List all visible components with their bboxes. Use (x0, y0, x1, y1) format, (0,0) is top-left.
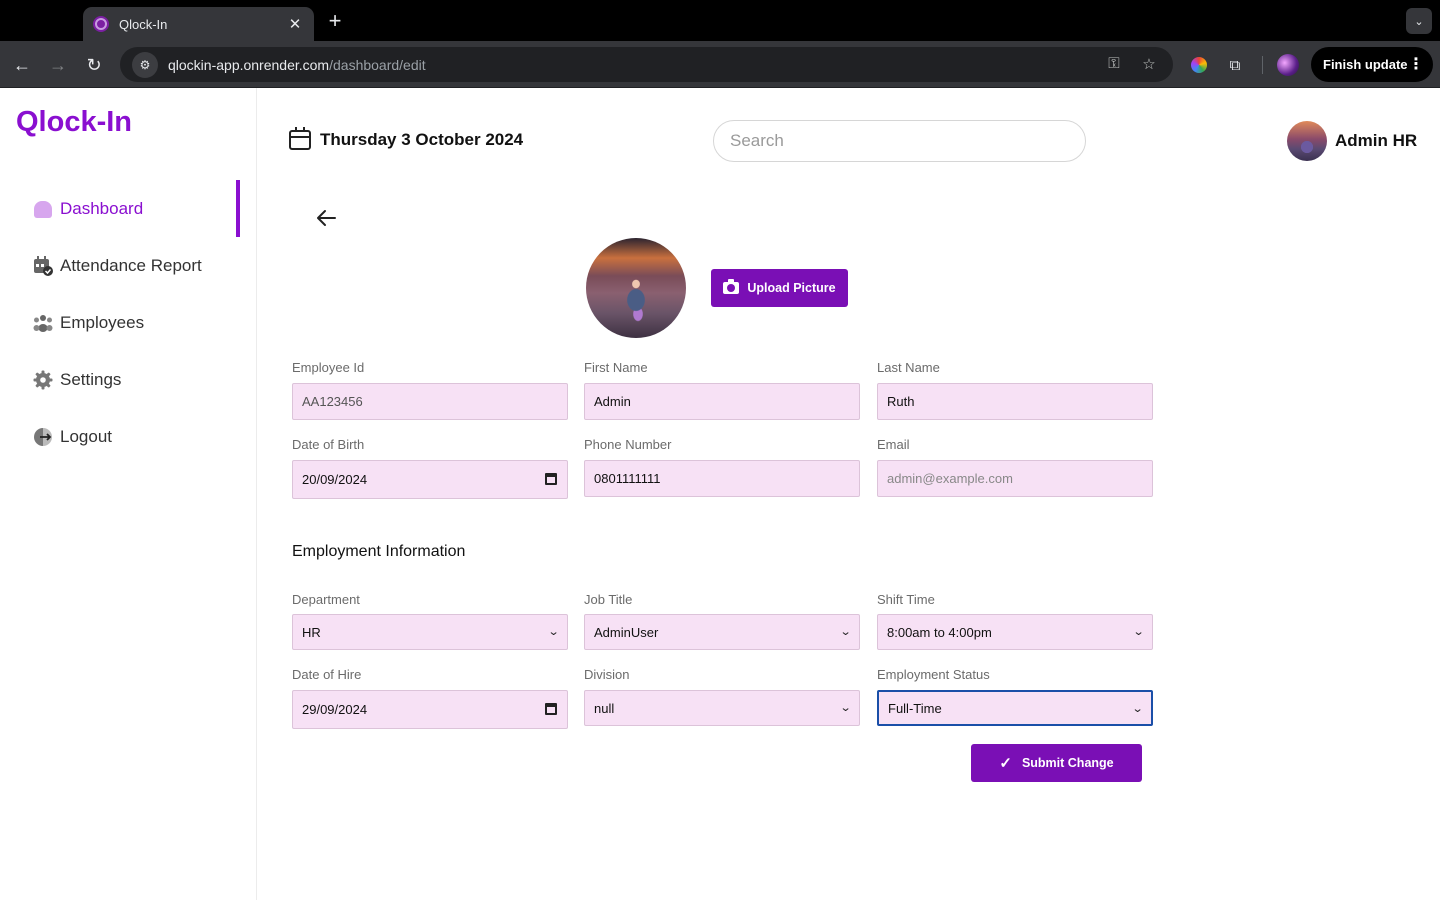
sidebar-item-label: Logout (60, 427, 112, 446)
finish-update-label: Finish update (1323, 57, 1408, 72)
color-extension-icon[interactable] (1188, 54, 1210, 76)
upload-picture-label: Upload Picture (747, 281, 836, 295)
department-label: Department (292, 592, 360, 607)
back-nav-icon[interactable]: ← (9, 52, 35, 78)
employment-status-label: Employment Status (877, 667, 990, 682)
department-select[interactable]: HR ⌄ (292, 614, 568, 650)
close-tab-icon[interactable]: ✕ (286, 15, 304, 33)
division-label: Division (584, 667, 630, 682)
date-of-hire-label: Date of Hire (292, 667, 362, 682)
browser-toolbar: ← → ↻ ⚙ qlockin-app.onrender.com/dashboa… (0, 41, 1440, 88)
active-indicator (236, 180, 240, 237)
dob-label: Date of Birth (292, 437, 365, 452)
job-title-select[interactable]: AdminUser ⌄ (584, 614, 860, 650)
browser-tabstrip: Qlock-In ✕ + ⌄ (0, 0, 1440, 41)
first-name-field[interactable]: Admin (584, 383, 860, 420)
shift-time-select[interactable]: 8:00am to 4:00pm ⌄ (877, 614, 1153, 650)
department-value: HR (302, 624, 321, 640)
job-title-value: AdminUser (594, 624, 659, 640)
tab-title: Qlock-In (119, 16, 168, 32)
sidebar-item-logout[interactable]: Logout (32, 422, 112, 452)
date-text: Thursday 3 October 2024 (320, 130, 524, 149)
toolbar-divider (1262, 56, 1263, 74)
camera-icon (723, 279, 740, 294)
chevron-down-icon: ⌄ (839, 702, 852, 714)
calendar-check-icon (32, 255, 54, 277)
sidebar-item-settings[interactable]: Settings (32, 365, 121, 395)
people-icon (32, 312, 54, 334)
check-icon: ✓ (999, 755, 1012, 772)
sidebar: Qlock-In Dashboard Attendance Report Emp… (0, 88, 257, 900)
app-favicon-icon (93, 16, 109, 32)
submit-change-button[interactable]: ✓ Submit Change (971, 744, 1142, 782)
employment-status-select[interactable]: Full-Time ⌄ (877, 690, 1153, 726)
site-settings-icon[interactable]: ⚙ (132, 51, 158, 78)
date-picker-icon[interactable] (545, 703, 557, 715)
division-select[interactable]: null ⌄ (584, 690, 860, 726)
brand-logo[interactable]: Qlock-In (16, 106, 132, 139)
url-path: /dashboard/edit (329, 56, 426, 73)
profile-picture (586, 238, 686, 338)
chevron-down-icon: ⌄ (1131, 703, 1144, 715)
last-name-label: Last Name (877, 360, 940, 375)
dob-value: 20/09/2024 (302, 472, 368, 487)
sidebar-item-attendance-report[interactable]: Attendance Report (32, 251, 202, 281)
phone-field[interactable]: 0801111111 (584, 460, 860, 497)
employment-section-title: Employment Information (292, 543, 466, 560)
last-name-field[interactable]: Ruth (877, 383, 1153, 420)
employee-id-field[interactable]: AA123456 (292, 383, 568, 420)
upload-picture-button[interactable]: Upload Picture (711, 269, 848, 307)
reload-icon[interactable]: ↻ (81, 52, 107, 78)
url-host: qlockin-app.onrender.com (168, 56, 330, 73)
search-input[interactable] (713, 120, 1086, 162)
dob-date-field[interactable]: 20/09/2024 (292, 460, 568, 499)
sidebar-item-label: Attendance Report (60, 256, 202, 275)
current-date: Thursday 3 October 2024 (289, 127, 524, 150)
sidebar-item-dashboard[interactable]: Dashboard (32, 194, 143, 224)
home-icon (32, 198, 54, 220)
forward-nav-icon[interactable]: → (45, 52, 71, 78)
date-picker-icon[interactable] (545, 473, 557, 485)
logout-icon (32, 426, 54, 448)
phone-label: Phone Number (584, 437, 672, 452)
bookmark-star-icon[interactable]: ☆ (1139, 55, 1159, 73)
sidebar-item-label: Employees (60, 313, 145, 332)
date-of-hire-value: 29/09/2024 (302, 702, 368, 717)
employment-status-value: Full-Time (888, 700, 942, 716)
tab-search-chevron-icon[interactable]: ⌄ (1406, 8, 1432, 34)
first-name-label: First Name (584, 360, 648, 375)
sidebar-item-label: Settings (60, 370, 122, 389)
employee-id-label: Employee Id (292, 360, 365, 375)
date-of-hire-field[interactable]: 29/09/2024 (292, 690, 568, 729)
division-value: null (594, 700, 615, 716)
job-title-label: Job Title (584, 592, 633, 607)
browser-tab[interactable]: Qlock-In ✕ (83, 7, 314, 41)
shift-time-value: 8:00am to 4:00pm (887, 624, 992, 640)
profile-avatar-icon[interactable] (1277, 54, 1299, 76)
user-profile[interactable]: Admin HR (1287, 121, 1417, 161)
chevron-down-icon: ⌄ (547, 626, 560, 638)
new-tab-icon[interactable]: + (322, 8, 348, 34)
email-field[interactable]: admin@example.com (877, 460, 1153, 497)
chevron-down-icon: ⌄ (1132, 626, 1145, 638)
sidebar-item-employees[interactable]: Employees (32, 308, 144, 338)
chevron-down-icon: ⌄ (839, 626, 852, 638)
back-arrow-icon[interactable] (314, 206, 338, 230)
user-name: Admin HR (1335, 131, 1418, 150)
finish-update-button[interactable]: Finish update ⋮ (1311, 47, 1433, 82)
more-menu-icon[interactable]: ⋮ (1408, 54, 1424, 74)
shift-time-label: Shift Time (877, 592, 935, 607)
extensions-puzzle-icon[interactable]: ⧉ (1224, 54, 1246, 76)
address-bar[interactable]: ⚙ qlockin-app.onrender.com/dashboard/edi… (120, 47, 1173, 82)
calendar-icon (289, 127, 311, 150)
email-label: Email (877, 437, 910, 452)
password-key-icon[interactable]: ⚿ (1104, 55, 1124, 72)
submit-change-label: Submit Change (1021, 756, 1114, 770)
gear-icon (32, 369, 54, 391)
avatar (1287, 121, 1327, 161)
sidebar-item-label: Dashboard (60, 199, 144, 218)
